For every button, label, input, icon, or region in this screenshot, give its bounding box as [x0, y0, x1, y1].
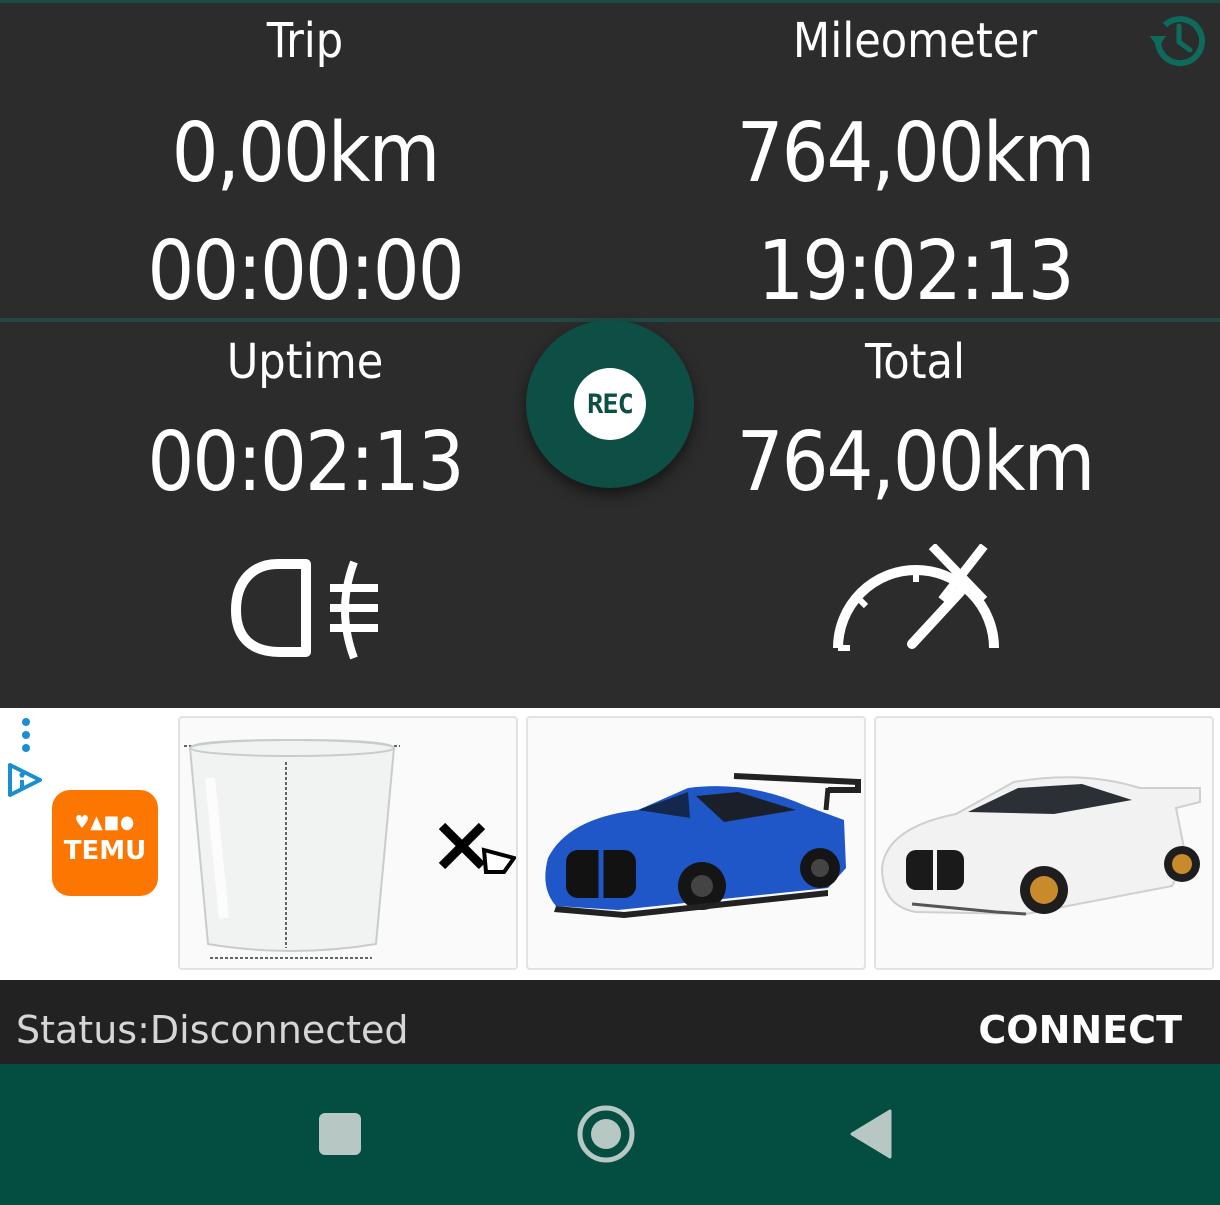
uptime-value: 00:02:13 — [147, 415, 464, 510]
status-bar: Status:Disconnected CONNECT — [0, 980, 1220, 1064]
ad-product-blue-car[interactable] — [526, 716, 866, 970]
fog-light-icon[interactable] — [228, 554, 388, 668]
trip-distance: 0,00km — [171, 106, 441, 201]
mileometer-label: Mileometer — [792, 13, 1038, 69]
recents-icon[interactable] — [318, 1112, 362, 1160]
record-button[interactable]: REC — [526, 320, 694, 488]
trip-section: Trip 0,00km 00:00:00 — [0, 17, 610, 313]
ad-product-white-car[interactable] — [874, 716, 1214, 970]
connect-button[interactable]: CONNECT — [978, 1008, 1182, 1052]
mileometer-time: 19:02:13 — [757, 224, 1074, 319]
mileometer-section: Mileometer 764,00km 19:02:13 — [610, 17, 1220, 313]
back-icon[interactable] — [848, 1108, 892, 1164]
total-section: Total 764,00km — [610, 338, 1220, 504]
history-icon[interactable] — [1146, 8, 1212, 74]
home-icon[interactable] — [576, 1104, 636, 1168]
uptime-section: Uptime 00:02:13 — [0, 338, 610, 504]
total-label: Total — [864, 334, 965, 390]
trip-time: 00:00:00 — [147, 224, 464, 319]
trip-mileometer-panel: Trip 0,00km 00:00:00 Mileometer 764,00km… — [0, 0, 1220, 318]
ad-banner[interactable]: ♥▲■● TEMU — [0, 708, 1220, 980]
temu-logo[interactable]: ♥▲■● TEMU — [52, 790, 158, 896]
speedometer-off-icon[interactable] — [828, 542, 1002, 658]
mileometer-distance: 764,00km — [736, 106, 1096, 201]
ad-product-cup[interactable] — [178, 716, 518, 970]
total-value: 764,00km — [736, 415, 1096, 510]
temu-brand: TEMU — [63, 836, 147, 866]
uptime-label: Uptime — [226, 334, 384, 390]
rec-label: REC — [574, 368, 646, 440]
connection-status: Status:Disconnected — [16, 1008, 409, 1052]
temu-figures-icon: ♥▲■● — [74, 812, 136, 833]
adchoices-icon[interactable] — [6, 762, 44, 802]
ad-options-icon[interactable] — [18, 716, 34, 760]
system-navigation-bar — [0, 1064, 1220, 1205]
trip-label: Trip — [266, 13, 344, 69]
